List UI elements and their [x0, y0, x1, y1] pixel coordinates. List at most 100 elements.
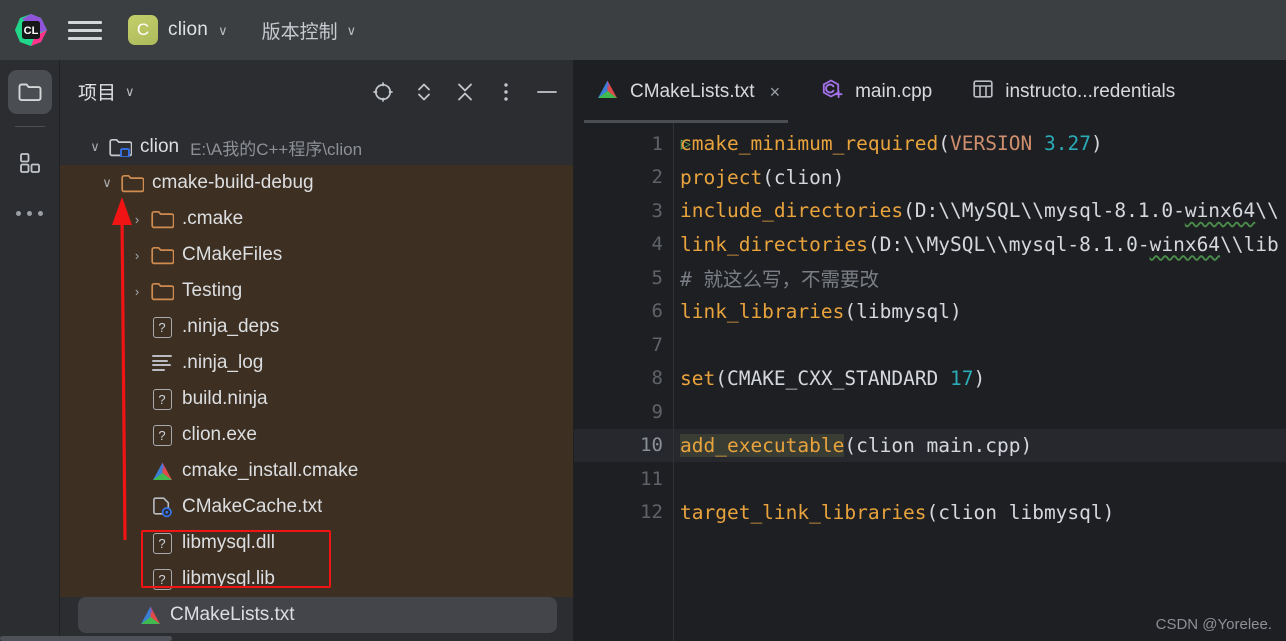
unknown-file-icon: ? [148, 424, 176, 446]
code-token: include_directories [680, 199, 904, 223]
line-number-label: 10 [640, 434, 663, 457]
tree-item-label: Testing [182, 280, 243, 301]
project-file-tree[interactable]: ∨ clion E:\A我的C++程序\clion ∨ cmake-build-debu… [60, 123, 573, 641]
code-line[interactable]: set (CMAKE_CXX_STANDARD 17) [674, 362, 1286, 396]
cpp-file-icon [820, 77, 844, 106]
project-avatar: C [128, 15, 158, 45]
code-line[interactable]: add_executable (clion main.cpp) [674, 428, 1286, 462]
collapse-all-icon[interactable] [453, 80, 477, 104]
tree-item-libmysql-dll[interactable]: ? libmysql.dll [60, 525, 573, 561]
tree-item-label: .cmake [182, 208, 244, 229]
version-control-selector[interactable]: 版本控制 ∨ [254, 13, 365, 48]
code-line[interactable]: target_link_libraries (clion libmysql) [674, 496, 1286, 530]
tree-item-label: .ninja_deps [182, 316, 280, 337]
unknown-file-icon: ? [148, 388, 176, 410]
close-icon[interactable]: × [770, 83, 781, 101]
code-content[interactable]: cmake_minimum_required(VERSION 3.27) proj… [674, 123, 1286, 641]
line-number-gutter: 1 ▷ 2 3 4 5 6 7 8 9 10 11 12 [574, 123, 691, 641]
tree-item-cmakelists-txt[interactable]: CMakeLists.txt [78, 597, 557, 633]
tree-item--cmake[interactable]: › .cmake [60, 201, 573, 237]
expand-collapse-icon[interactable] [412, 80, 436, 104]
code-token: # 就这么写，不需要改 [680, 268, 879, 292]
code-token: winx64 [1184, 199, 1256, 223]
tree-row-wrapper: › Testing [60, 273, 573, 309]
line-number: 6 [574, 295, 673, 329]
tree-item-clion-exe[interactable]: ? clion.exe [60, 417, 573, 453]
tree-item-cmakefiles[interactable]: › CMakeFiles [60, 237, 573, 273]
tree-item--ninja-log[interactable]: .ninja_log [60, 345, 573, 381]
sidebar-item-more[interactable] [8, 191, 52, 235]
editor-tab-instructo-redentials[interactable]: instructo...redentials [950, 60, 1193, 123]
code-token: (libmysql) [844, 299, 962, 323]
project-selector[interactable]: C clion ∨ [124, 11, 236, 49]
code-token: project [680, 165, 763, 189]
code-token: \\ [1255, 199, 1279, 223]
cmake-cache-icon [148, 496, 176, 518]
tree-item-label: cmake_install.cmake [182, 460, 359, 481]
code-editor[interactable]: 1 ▷ 2 3 4 5 6 7 8 9 10 11 12 cmake_minimum_required(… [574, 123, 1286, 641]
tree-item-cmake-install-cmake[interactable]: cmake_install.cmake [60, 453, 573, 489]
code-line[interactable] [674, 328, 1286, 362]
options-menu-icon[interactable] [494, 80, 518, 104]
chevron-down-icon: ∨ [346, 23, 357, 38]
line-number-label: 9 [651, 400, 663, 423]
chevron-toggle-icon[interactable]: › [126, 248, 148, 263]
editor-tab-bar[interactable]: CMakeLists.txt × main.cpp instructo...reden… [0, 60, 1286, 641]
folder-icon [148, 282, 176, 301]
code-line[interactable]: link_libraries (libmysql) [674, 295, 1286, 329]
chevron-toggle-icon[interactable]: › [126, 212, 148, 227]
code-token: (D:\\MySQL\\mysql-8.1.0- [867, 232, 1150, 256]
tree-item-cmake-build-debug[interactable]: ∨ cmake-build-debug [60, 165, 573, 201]
tree-row-wrapper: CMakeLists.txt [60, 597, 573, 633]
unknown-file-icon: ? [148, 316, 176, 338]
title-bar: CL C clion ∨ 版本控制 ∨ [0, 0, 1286, 60]
code-line[interactable]: link_directories (D:\\MySQL\\mysql-8.1.0-… [674, 228, 1286, 262]
editor-tab-cmakelists-txt[interactable]: CMakeLists.txt × [574, 60, 798, 123]
tree-item-label: clion [140, 136, 180, 157]
tree-item-label: .ninja_log [182, 352, 264, 373]
code-line[interactable]: # 就这么写，不需要改 [674, 261, 1286, 295]
code-token: 3.27 [1043, 132, 1091, 156]
sidebar-item-structure[interactable] [8, 141, 52, 185]
hide-tool-window-icon[interactable] [535, 80, 559, 104]
line-number-label: 11 [640, 467, 663, 490]
line-number: 5 [574, 261, 673, 295]
code-token: (CMAKE_CXX_STANDARD [715, 366, 951, 390]
tree-item-testing[interactable]: › Testing [60, 273, 573, 309]
tree-item-label: cmake-build-debug [152, 172, 314, 193]
sidebar-item-project[interactable] [7, 70, 52, 114]
code-line[interactable]: include_directories (D:\\MySQL\\mysql-8.1… [674, 194, 1286, 228]
code-line[interactable] [674, 462, 1286, 496]
tree-row-wrapper: ? libmysql.lib [60, 561, 573, 597]
chevron-toggle-icon[interactable]: › [126, 284, 148, 299]
folder-icon [148, 210, 176, 229]
project-name-label: clion [168, 19, 209, 40]
code-token: 17 [950, 366, 974, 390]
code-line[interactable] [674, 395, 1286, 429]
tree-item-clion[interactable]: ∨ clion E:\A我的C++程序\clion [78, 129, 557, 165]
select-opened-file-icon[interactable] [371, 80, 395, 104]
code-token: (clion) [762, 165, 845, 189]
code-line[interactable]: project (clion) [674, 161, 1286, 195]
code-line[interactable]: cmake_minimum_required(VERSION 3.27) [674, 127, 1286, 161]
structure-icon [19, 153, 40, 173]
tab-scrollbar-thumb[interactable] [0, 636, 172, 641]
tree-item--ninja-deps[interactable]: ? .ninja_deps [60, 309, 573, 345]
code-token: link_directories [680, 232, 868, 256]
tree-item-build-ninja[interactable]: ? build.ninja [60, 381, 573, 417]
line-number: 8 [574, 362, 673, 396]
database-table-icon [972, 78, 994, 105]
tree-item-cmakecache-txt[interactable]: CMakeCache.txt [60, 489, 573, 525]
activity-bar [0, 60, 60, 641]
chevron-toggle-icon[interactable]: ∨ [84, 139, 106, 155]
hamburger-menu-icon[interactable] [68, 13, 102, 47]
chevron-toggle-icon[interactable]: ∨ [96, 175, 118, 191]
chevron-down-icon[interactable]: ∨ [125, 84, 135, 100]
log-file-icon [148, 355, 176, 371]
editor-tab-main-cpp[interactable]: main.cpp [798, 60, 950, 123]
code-token: ) [973, 366, 986, 390]
line-number: 7 [574, 328, 673, 362]
line-number: 1 ▷ [574, 127, 691, 161]
line-number: 2 [574, 161, 673, 195]
tree-item-libmysql-lib[interactable]: ? libmysql.lib [60, 561, 573, 597]
